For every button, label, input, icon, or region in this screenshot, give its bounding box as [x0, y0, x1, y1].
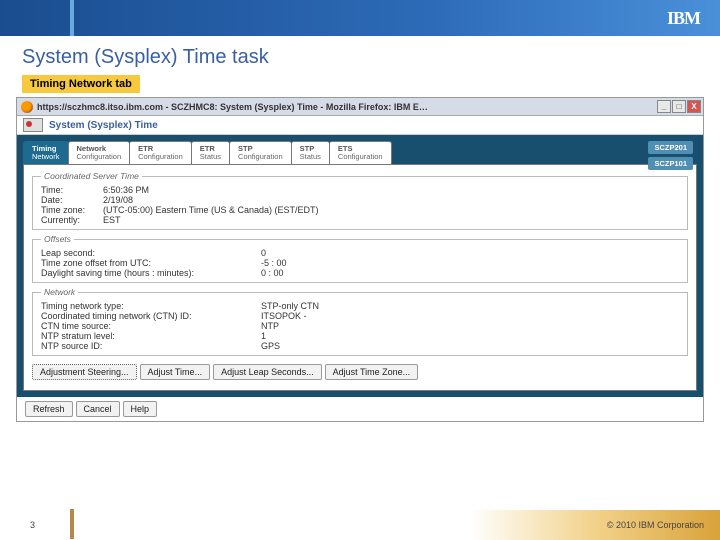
close-button[interactable]: X [687, 100, 701, 113]
window-buttons: _ □ X [657, 100, 701, 113]
bottom-button-row: Refresh Cancel Help [17, 397, 703, 421]
sysplex-icon [23, 118, 43, 132]
refresh-button[interactable]: Refresh [25, 401, 73, 417]
copyright: © 2010 IBM Corporation [607, 520, 704, 530]
row-date: Date:2/19/08 [41, 195, 679, 205]
label: Date: [41, 195, 103, 205]
tab-bar: Timing Network Network Configuration ETR… [23, 141, 697, 164]
offsets-group: Offsets Leap second:0 Time zone offset f… [32, 234, 688, 283]
system-label[interactable]: SCZP101 [648, 157, 693, 170]
row-stratum: NTP stratum level:1 [41, 331, 679, 341]
group-legend: Coordinated Server Time [41, 171, 142, 181]
content-frame: Timing Network Network Configuration ETR… [17, 135, 703, 397]
tab-content: Coordinated Server Time Time:6:50:36 PM … [23, 164, 697, 391]
network-group: Network Timing network type:STP-only CTN… [32, 287, 688, 356]
row-timezone: Time zone:(UTC-05:00) Eastern Time (US &… [41, 205, 679, 215]
tab-ets-config[interactable]: ETS Configuration [329, 141, 392, 164]
adjust-time-button[interactable]: Adjust Time... [140, 364, 211, 380]
adjustment-steering-button[interactable]: Adjustment Steering... [32, 364, 137, 380]
value: -5 : 00 [261, 258, 287, 268]
tab-etr-status[interactable]: ETR Status [191, 141, 230, 164]
tab-network-config[interactable]: Network Configuration [68, 141, 131, 164]
system-label[interactable]: SCZP201 [648, 141, 693, 154]
header-divider [70, 0, 74, 36]
tab-label: Status [200, 153, 221, 161]
tab-etr-config[interactable]: ETR Configuration [129, 141, 192, 164]
label: CTN time source: [41, 321, 261, 331]
row-ctn-id: Coordinated timing network (CTN) ID:ITSO… [41, 311, 679, 321]
label: Time zone offset from UTC: [41, 258, 261, 268]
tab-timing-network[interactable]: Timing Network [23, 141, 69, 164]
value: EST [103, 215, 121, 225]
maximize-button[interactable]: □ [672, 100, 686, 113]
value: 0 : 00 [261, 268, 284, 278]
group-legend: Offsets [41, 234, 74, 244]
tabs-area: Timing Network Network Configuration ETR… [23, 141, 697, 391]
value: 2/19/08 [103, 195, 133, 205]
tab-label: Status [300, 153, 321, 161]
tab-label: Configuration [77, 153, 122, 161]
server-time-group: Coordinated Server Time Time:6:50:36 PM … [32, 171, 688, 230]
row-utc-offset: Time zone offset from UTC:-5 : 00 [41, 258, 679, 268]
label: Daylight saving time (hours : minutes): [41, 268, 261, 278]
footer: 3 © 2010 IBM Corporation [0, 510, 720, 540]
page-number: 3 [30, 520, 35, 530]
action-button-row: Adjustment Steering... Adjust Time... Ad… [32, 362, 688, 382]
row-time-source: CTN time source:NTP [41, 321, 679, 331]
value: ITSOPOK - [261, 311, 307, 321]
tab-stp-status[interactable]: STP Status [291, 141, 330, 164]
row-time: Time:6:50:36 PM [41, 185, 679, 195]
tab-label: Configuration [138, 153, 183, 161]
browser-title-text: https://sczhmc8.itso.ibm.com - SCZHMC8: … [37, 102, 653, 112]
label: NTP source ID: [41, 341, 261, 351]
tab-stp-config[interactable]: STP Configuration [229, 141, 292, 164]
label: Timing network type: [41, 301, 261, 311]
value: 6:50:36 PM [103, 185, 149, 195]
help-button[interactable]: Help [123, 401, 158, 417]
row-dst: Daylight saving time (hours : minutes):0… [41, 268, 679, 278]
value: 0 [261, 248, 266, 258]
row-ntp-source: NTP source ID:GPS [41, 341, 679, 351]
value: GPS [261, 341, 280, 351]
page-header: IBM [0, 0, 720, 36]
sysplex-title: System (Sysplex) Time [49, 120, 158, 131]
minimize-button[interactable]: _ [657, 100, 671, 113]
browser-window: https://sczhmc8.itso.ibm.com - SCZHMC8: … [16, 97, 704, 422]
label: Leap second: [41, 248, 261, 258]
row-leap-second: Leap second:0 [41, 248, 679, 258]
sysplex-header: System (Sysplex) Time [17, 116, 703, 135]
system-labels: SCZP201 SCZP101 [648, 141, 693, 170]
page-subtitle: Timing Network tab [22, 75, 140, 93]
value: (UTC-05:00) Eastern Time (US & Canada) (… [103, 205, 319, 215]
tab-label: Network [32, 153, 60, 161]
label: Currently: [41, 215, 103, 225]
tab-label: Configuration [338, 153, 383, 161]
cancel-button[interactable]: Cancel [76, 401, 120, 417]
group-legend: Network [41, 287, 78, 297]
value: STP-only CTN [261, 301, 319, 311]
label: Time: [41, 185, 103, 195]
adjust-leap-seconds-button[interactable]: Adjust Leap Seconds... [213, 364, 322, 380]
tab-label: Configuration [238, 153, 283, 161]
label: NTP stratum level: [41, 331, 261, 341]
adjust-time-zone-button[interactable]: Adjust Time Zone... [325, 364, 419, 380]
firefox-icon [21, 101, 33, 113]
label: Time zone: [41, 205, 103, 215]
row-currently: Currently:EST [41, 215, 679, 225]
value: NTP [261, 321, 279, 331]
page-title: System (Sysplex) Time task [22, 46, 720, 69]
label: Coordinated timing network (CTN) ID: [41, 311, 261, 321]
value: 1 [261, 331, 266, 341]
browser-titlebar: https://sczhmc8.itso.ibm.com - SCZHMC8: … [17, 98, 703, 116]
row-network-type: Timing network type:STP-only CTN [41, 301, 679, 311]
ibm-logo: IBM [667, 8, 700, 29]
